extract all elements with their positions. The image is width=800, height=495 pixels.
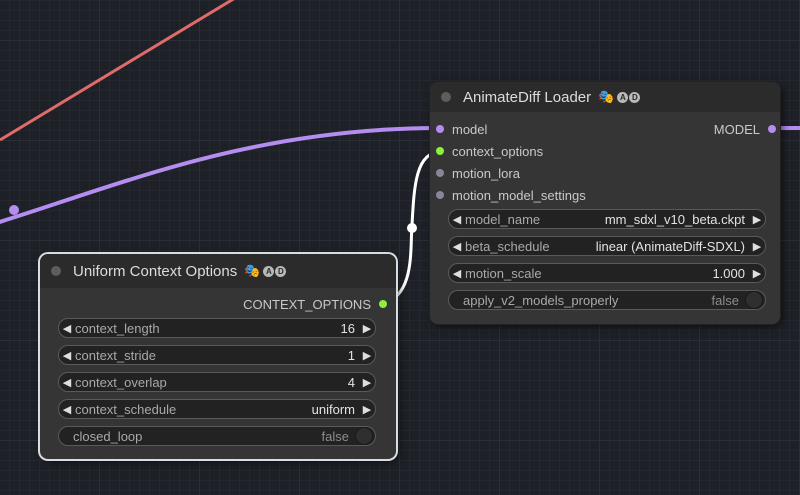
widget-context-stride[interactable]: ◀ context_stride 1 ▶	[58, 345, 376, 365]
d-badge-icon: D	[629, 91, 641, 103]
widget-label: context_overlap	[75, 374, 167, 390]
model-link-in[interactable]	[0, 126, 441, 225]
theater-masks-icon: 🎭	[244, 263, 261, 278]
toggle-knob[interactable]	[745, 291, 763, 309]
badge-group: A D	[616, 91, 641, 103]
widget-label: model_name	[465, 211, 541, 227]
decrement-arrow[interactable]: ◀	[59, 322, 75, 335]
slot-dot-model[interactable]	[436, 125, 444, 133]
decrement-arrow[interactable]: ◀	[449, 213, 465, 226]
decrement-arrow[interactable]: ◀	[59, 349, 75, 362]
input-slot-model[interactable]: model	[436, 119, 487, 139]
widget-label: context_stride	[75, 347, 156, 363]
widget-label: beta_schedule	[465, 238, 550, 254]
latent-link[interactable]	[0, 0, 245, 142]
widget-value: 16	[340, 320, 355, 336]
input-slot-context-options[interactable]: context_options	[436, 141, 543, 161]
a-badge-icon: A	[263, 265, 275, 277]
slot-dot-context-options[interactable]	[436, 147, 444, 155]
increment-arrow[interactable]: ▶	[359, 403, 375, 416]
node-title-bar[interactable]: Uniform Context Options 🎭 A D	[40, 254, 396, 288]
slot-label: motion_lora	[452, 165, 520, 181]
slot-dot-motion-lora[interactable]	[436, 169, 444, 177]
slot-label: motion_model_settings	[452, 187, 586, 203]
slot-label: context_options	[452, 143, 544, 159]
increment-arrow[interactable]: ▶	[749, 240, 765, 253]
slot-label: CONTEXT_OPTIONS	[243, 296, 371, 312]
widget-value: 1	[347, 347, 355, 363]
widget-context-overlap[interactable]: ◀ context_overlap 4 ▶	[58, 372, 376, 392]
increment-arrow[interactable]: ▶	[749, 213, 765, 226]
input-slot-motion-lora[interactable]: motion_lora	[436, 163, 520, 183]
uniform-context-options-node[interactable]: Uniform Context Options 🎭 A D CONTEXT_OP…	[40, 254, 396, 459]
increment-arrow[interactable]: ▶	[359, 322, 375, 335]
d-badge-icon: D	[275, 265, 287, 277]
model-link-midpoint[interactable]	[9, 205, 19, 215]
widget-value: 4	[347, 374, 355, 390]
increment-arrow[interactable]: ▶	[359, 349, 375, 362]
node-title: Uniform Context Options	[73, 262, 238, 280]
slot-label: MODEL	[713, 121, 760, 137]
output-slot-model[interactable]: MODEL	[714, 119, 776, 139]
output-slot-context-options[interactable]: CONTEXT_OPTIONS	[243, 294, 387, 314]
widget-beta-schedule[interactable]: ◀ beta_schedule linear (AnimateDiff-SDXL…	[448, 236, 766, 256]
widget-context-schedule[interactable]: ◀ context_schedule uniform ▶	[58, 399, 376, 419]
widget-model-name[interactable]: ◀ model_name mm_sdxl_v10_beta.ckpt ▶	[448, 209, 766, 229]
increment-arrow[interactable]: ▶	[359, 376, 375, 389]
widget-apply-v2-models-properly[interactable]: apply_v2_models_properly false	[448, 290, 766, 310]
slot-label: model	[452, 121, 488, 137]
decrement-arrow[interactable]: ◀	[449, 240, 465, 253]
toggle-knob[interactable]	[355, 427, 373, 445]
collapse-toggle[interactable]	[441, 92, 451, 102]
widget-value: linear (AnimateDiff-SDXL)	[595, 238, 745, 254]
theater-masks-icon: 🎭	[598, 89, 615, 104]
toggle-label: apply_v2_models_properly	[463, 292, 619, 308]
a-badge-icon: A	[617, 91, 629, 103]
slot-dot-motion-model-settings[interactable]	[436, 191, 444, 199]
decrement-arrow[interactable]: ◀	[59, 403, 75, 416]
toggle-value: false	[711, 292, 739, 308]
widget-context-length[interactable]: ◀ context_length 16 ▶	[58, 318, 376, 338]
widget-value: uniform	[311, 401, 355, 417]
node-title: AnimateDiff Loader	[463, 88, 592, 106]
toggle-value: false	[321, 428, 349, 444]
slot-dot-model-output[interactable]	[768, 125, 776, 133]
badge-group: A D	[262, 265, 287, 277]
input-slot-motion-model-settings[interactable]: motion_model_settings	[436, 185, 586, 205]
widget-label: context_schedule	[75, 401, 177, 417]
slot-dot-context-options-output[interactable]	[379, 300, 387, 308]
widget-closed-loop[interactable]: closed_loop false	[58, 426, 376, 446]
widget-label: motion_scale	[465, 265, 542, 281]
widget-motion-scale[interactable]: ◀ motion_scale 1.000 ▶	[448, 263, 766, 283]
context-link-midpoint[interactable]	[407, 223, 417, 233]
widget-value: mm_sdxl_v10_beta.ckpt	[604, 211, 745, 227]
toggle-label: closed_loop	[73, 428, 143, 444]
decrement-arrow[interactable]: ◀	[449, 267, 465, 280]
animatediff-loader-node[interactable]: AnimateDiff Loader 🎭 A D model context_o…	[430, 82, 780, 324]
node-title-bar[interactable]: AnimateDiff Loader 🎭 A D	[430, 82, 780, 112]
decrement-arrow[interactable]: ◀	[59, 376, 75, 389]
increment-arrow[interactable]: ▶	[749, 267, 765, 280]
widget-value: 1.000	[712, 265, 745, 281]
collapse-toggle[interactable]	[51, 266, 61, 276]
widget-label: context_length	[75, 320, 160, 336]
